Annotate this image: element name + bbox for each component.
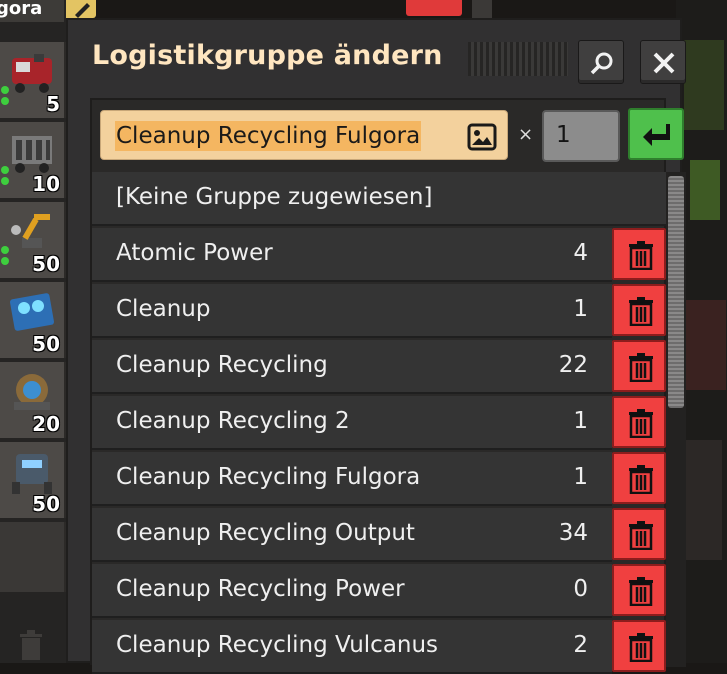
slot-count: 50 bbox=[32, 492, 60, 516]
group-count: 1 bbox=[573, 408, 588, 434]
scrollbar-thumb[interactable] bbox=[668, 176, 684, 408]
logistic-group-dialog: Logistikgruppe ändern Cleanup Recycling … bbox=[66, 18, 686, 674]
search-button[interactable] bbox=[578, 40, 624, 84]
trash-icon bbox=[629, 297, 653, 326]
slot-inserter[interactable]: 50 bbox=[0, 202, 66, 278]
locomotive-icon bbox=[12, 54, 52, 93]
inserter-icon bbox=[11, 214, 50, 248]
slot-module[interactable]: 50 bbox=[0, 282, 66, 358]
confirm-button[interactable] bbox=[628, 108, 684, 160]
group-name: Cleanup bbox=[116, 296, 211, 322]
slot-count: 20 bbox=[32, 412, 60, 436]
slot-count: 5 bbox=[46, 92, 60, 116]
enter-icon bbox=[643, 124, 670, 146]
list-item-no-group[interactable]: [Keine Gruppe zugewiesen] bbox=[92, 172, 666, 226]
module-icon bbox=[10, 293, 54, 331]
slot-assembler[interactable]: 20 bbox=[0, 362, 66, 438]
trash-icon[interactable] bbox=[16, 628, 46, 662]
slot-count: 50 bbox=[32, 332, 60, 356]
delete-button[interactable] bbox=[612, 396, 666, 448]
slot-count: 10 bbox=[32, 172, 60, 196]
image-icon[interactable] bbox=[467, 123, 497, 151]
status-dots bbox=[1, 246, 9, 268]
list-item[interactable]: Atomic Power 4 bbox=[92, 228, 666, 282]
group-name-value: Cleanup Recycling Fulgora bbox=[115, 121, 422, 151]
delete-button[interactable] bbox=[612, 228, 666, 280]
group-count: 4 bbox=[573, 240, 588, 266]
assembler-icon bbox=[14, 374, 50, 410]
trash-icon bbox=[629, 465, 653, 494]
delete-button[interactable] bbox=[612, 564, 666, 616]
edit-button[interactable] bbox=[66, 0, 96, 18]
slot-empty[interactable] bbox=[0, 522, 66, 592]
multiplier-value: 1 bbox=[556, 122, 571, 148]
slot-locomotive[interactable]: 5 bbox=[0, 42, 66, 118]
group-name: [Keine Gruppe zugewiesen] bbox=[116, 184, 433, 210]
list-item[interactable]: Cleanup 1 bbox=[92, 284, 666, 338]
top-delete-button[interactable] bbox=[406, 0, 462, 16]
group-name: Cleanup Recycling Vulcanus bbox=[116, 632, 439, 658]
group-name: Cleanup Recycling 2 bbox=[116, 408, 350, 434]
group-count: 2 bbox=[573, 632, 588, 658]
list-item[interactable]: Cleanup Recycling 2 1 bbox=[92, 396, 666, 450]
status-dots bbox=[1, 86, 9, 108]
slot-cargo-wagon[interactable]: 10 bbox=[0, 122, 66, 198]
list-item[interactable]: Cleanup Recycling 22 bbox=[92, 340, 666, 394]
group-count: 22 bbox=[558, 352, 588, 378]
group-name: Cleanup Recycling bbox=[116, 352, 328, 378]
delete-button[interactable] bbox=[612, 340, 666, 392]
delete-button[interactable] bbox=[612, 620, 666, 672]
list-item[interactable]: Cleanup Recycling Fulgora 1 bbox=[92, 452, 666, 506]
group-name: Cleanup Recycling Output bbox=[116, 520, 415, 546]
trash-icon bbox=[629, 241, 653, 270]
top-scroll-fragment bbox=[472, 0, 492, 20]
trash-icon bbox=[629, 577, 653, 606]
multiplier-symbol: × bbox=[518, 124, 534, 145]
trash-icon bbox=[629, 521, 653, 550]
slot-machine[interactable]: 50 bbox=[0, 442, 66, 518]
pencil-icon bbox=[75, 3, 90, 18]
search-icon bbox=[590, 52, 613, 75]
slot-count: 50 bbox=[32, 252, 60, 276]
group-name: Cleanup Recycling Power bbox=[116, 576, 405, 602]
delete-button[interactable] bbox=[612, 452, 666, 504]
group-name: Atomic Power bbox=[116, 240, 273, 266]
inventory-column: gora 5 10 50 50 20 50 bbox=[0, 0, 66, 663]
close-button[interactable] bbox=[640, 40, 686, 84]
group-count: 0 bbox=[573, 576, 588, 602]
drag-handle[interactable] bbox=[468, 42, 568, 76]
trash-icon bbox=[629, 353, 653, 382]
trash-icon bbox=[629, 633, 653, 662]
group-count: 1 bbox=[573, 464, 588, 490]
machine-icon bbox=[12, 454, 52, 494]
group-name: Cleanup Recycling Fulgora bbox=[116, 464, 421, 490]
delete-button[interactable] bbox=[612, 508, 666, 560]
delete-button[interactable] bbox=[612, 284, 666, 336]
trash-icon bbox=[629, 409, 653, 438]
list-item[interactable]: Cleanup Recycling Output 34 bbox=[92, 508, 666, 562]
status-dots bbox=[1, 166, 9, 188]
dialog-content: Cleanup Recycling Fulgora × 1 [Keine Gru… bbox=[90, 98, 686, 674]
group-count: 34 bbox=[558, 520, 588, 546]
list-item[interactable]: Cleanup Recycling Power 0 bbox=[92, 564, 666, 618]
multiplier-input[interactable]: 1 bbox=[542, 110, 620, 162]
list-item[interactable]: Cleanup Recycling Vulcanus 2 bbox=[92, 620, 666, 674]
dialog-title: Logistikgruppe ändern bbox=[92, 40, 443, 71]
group-name-input[interactable]: Cleanup Recycling Fulgora bbox=[100, 110, 508, 160]
group-count: 1 bbox=[573, 296, 588, 322]
cargo-wagon-icon bbox=[12, 136, 52, 173]
close-icon bbox=[653, 52, 675, 74]
top-label: gora bbox=[0, 0, 64, 22]
